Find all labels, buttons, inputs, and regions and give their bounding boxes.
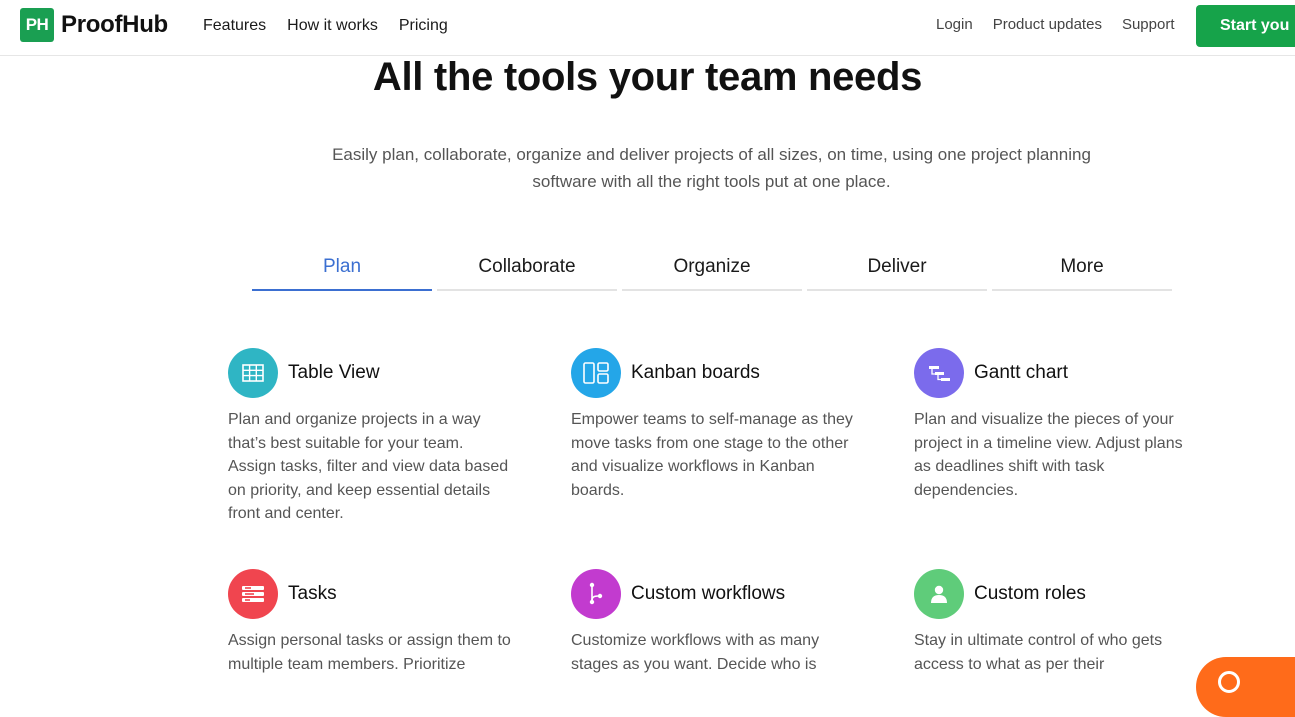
tab-plan[interactable]: Plan (252, 248, 432, 291)
nav-product-updates[interactable]: Product updates (993, 16, 1102, 33)
feature-description: Stay in ultimate control of who gets acc… (914, 632, 1163, 673)
feature-description: Customize workflows with as many stages … (571, 632, 820, 673)
secondary-nav: Login Product updates Support (936, 16, 1175, 33)
nav-pricing[interactable]: Pricing (399, 17, 448, 35)
page-subtitle: Easily plan, collaborate, organize and d… (332, 145, 1091, 191)
workflow-icon (571, 569, 621, 619)
nav-login[interactable]: Login (936, 16, 973, 33)
tab-organize[interactable]: Organize (622, 248, 802, 291)
nav-how-it-works[interactable]: How it works (287, 17, 378, 35)
feature-title: Tasks (288, 583, 337, 604)
chat-launcher-button[interactable] (1196, 657, 1295, 717)
kanban-icon (571, 348, 621, 398)
user-icon (914, 569, 964, 619)
logo-mark: PH (20, 8, 54, 42)
feature-description: Empower teams to self-manage as they mov… (571, 411, 853, 499)
feature-title: Custom roles (974, 583, 1086, 604)
nav-features[interactable]: Features (203, 17, 266, 35)
feature-description: Plan and organize projects in a way that… (228, 411, 509, 523)
start-trial-button[interactable]: Start you (1196, 5, 1295, 47)
feature-title: Table View (288, 362, 380, 383)
logo-text: ProofHub (61, 11, 168, 38)
feature-title: Gantt chart (974, 362, 1068, 383)
gantt-icon (914, 348, 964, 398)
primary-nav: Features How it works Pricing (203, 17, 448, 35)
proofhub-logo[interactable]: PH ProofHub (20, 8, 168, 42)
feature-tasks: Tasks Assign personal tasks or assign th… (228, 569, 513, 676)
feature-table-view: Table View Plan and organize projects in… (228, 348, 513, 526)
tab-deliver[interactable]: Deliver (807, 248, 987, 291)
table-icon (228, 348, 278, 398)
feature-kanban-boards: Kanban boards Empower teams to self-mana… (571, 348, 856, 502)
feature-custom-roles: Custom roles Stay in ultimate control of… (914, 569, 1199, 676)
feature-title: Kanban boards (631, 362, 760, 383)
page-title: All the tools your team needs (372, 55, 923, 99)
chat-icon (1218, 671, 1240, 693)
nav-support[interactable]: Support (1122, 16, 1175, 33)
feature-tabs: Plan Collaborate Organize Deliver More (252, 248, 1172, 291)
site-header: PH ProofHub Features How it works Pricin… (0, 0, 1295, 56)
tasks-icon (228, 569, 278, 619)
feature-title: Custom workflows (631, 583, 786, 604)
feature-description: Plan and visualize the pieces of your pr… (914, 411, 1183, 499)
tab-collaborate[interactable]: Collaborate (437, 248, 617, 291)
feature-custom-workflows: Custom workflows Customize workflows wit… (571, 569, 856, 676)
tab-more[interactable]: More (992, 248, 1172, 291)
feature-description: Assign personal tasks or assign them to … (228, 632, 511, 673)
feature-gantt-chart: Gantt chart Plan and visualize the piece… (914, 348, 1199, 502)
